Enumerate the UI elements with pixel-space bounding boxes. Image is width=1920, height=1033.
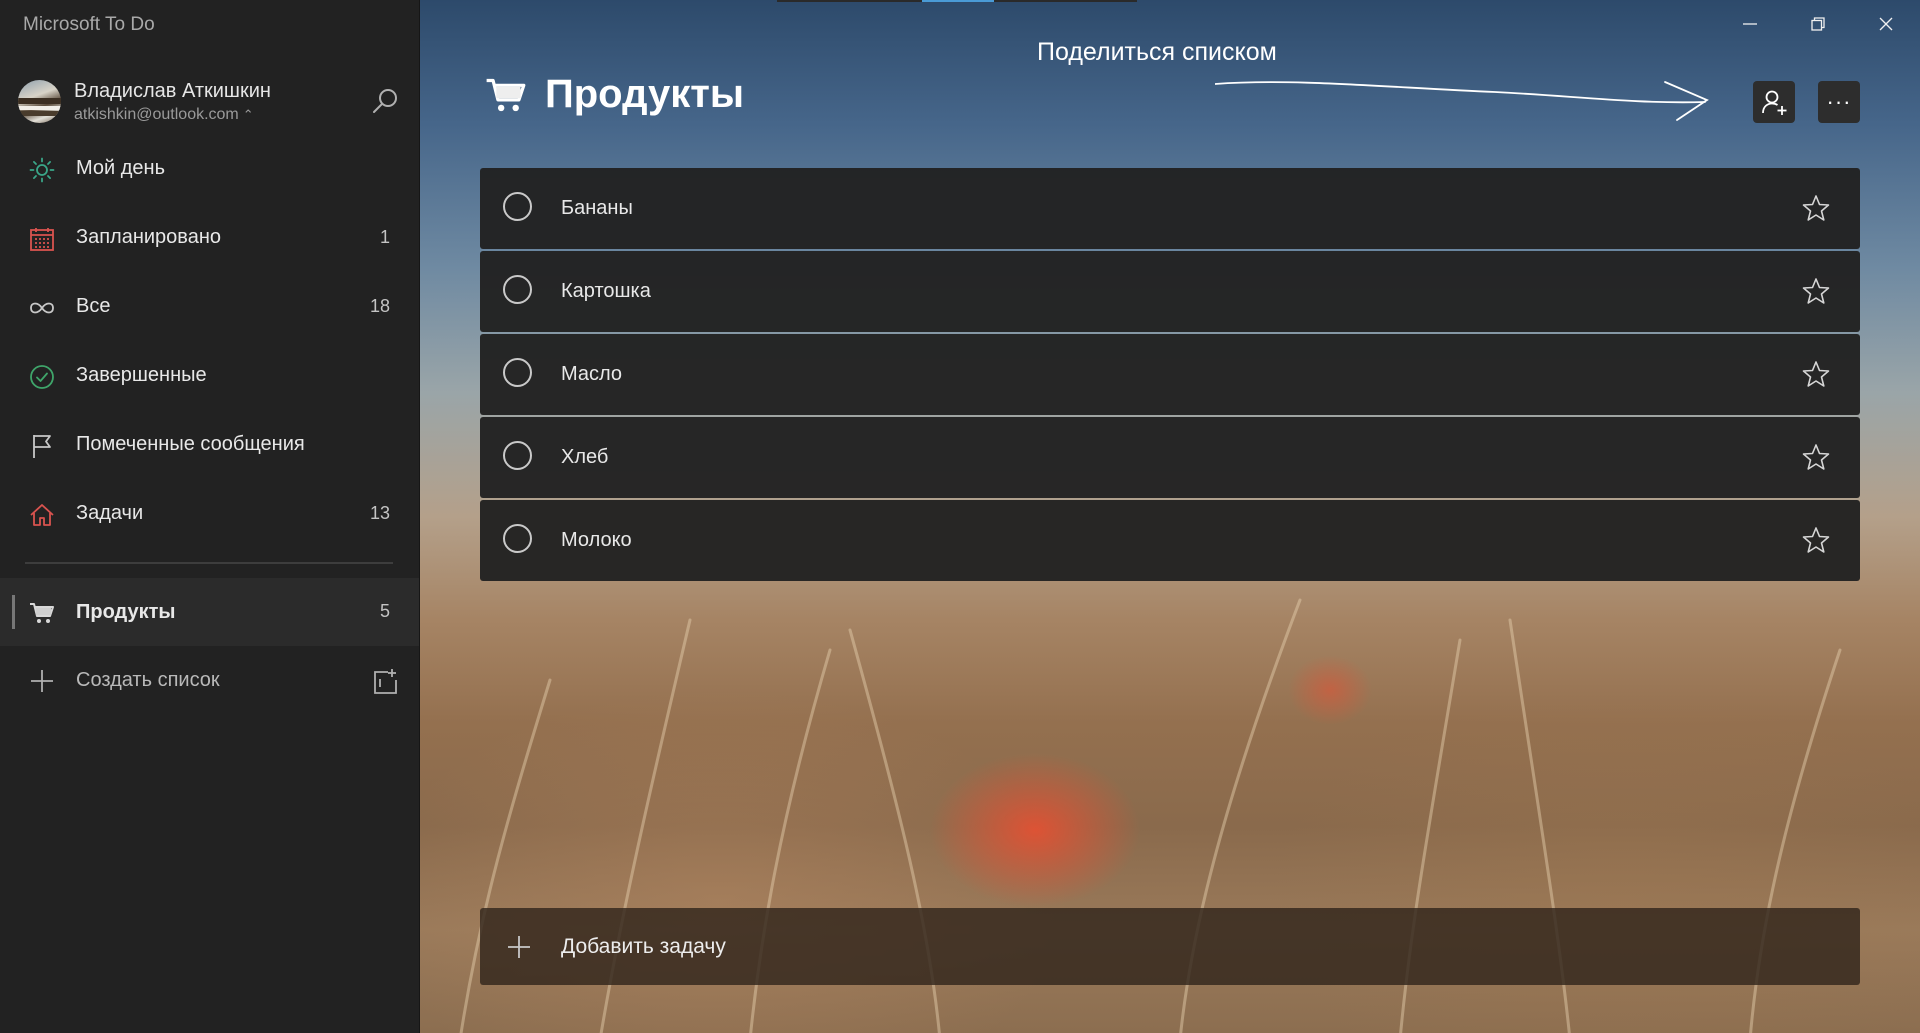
sidebar-item-label: Мой день	[76, 157, 165, 179]
window-controls	[1716, 0, 1920, 48]
sidebar-item-completed[interactable]: Завершенные	[0, 342, 419, 411]
task-title: Бананы	[561, 197, 633, 219]
flag-icon	[28, 433, 56, 459]
share-list-button[interactable]	[1753, 81, 1795, 123]
star-icon[interactable]	[1802, 526, 1830, 554]
sidebar-item-label: Завершенные	[76, 364, 207, 386]
sidebar-item-count: 13	[369, 503, 390, 523]
share-annotation: Поделиться списком	[1037, 38, 1277, 66]
task-item[interactable]: Масло	[480, 334, 1860, 415]
sidebar-item-planned[interactable]: Запланировано 1	[0, 204, 419, 273]
task-complete-checkbox[interactable]	[503, 524, 532, 553]
calendar-icon	[28, 226, 56, 252]
list-title[interactable]: Продукты	[545, 72, 744, 117]
sidebar-item-label: Запланировано	[76, 226, 221, 248]
sidebar-item-all[interactable]: Все 18	[0, 273, 419, 342]
plus-icon	[508, 936, 530, 958]
more-options-icon: ···	[1826, 89, 1852, 114]
sidebar-item-tasks[interactable]: Задачи 13	[0, 480, 419, 549]
annotation-arrow-icon	[1215, 81, 1709, 121]
restore-icon	[1811, 17, 1825, 31]
task-title: Хлеб	[561, 446, 609, 468]
sidebar-item-label: Все	[76, 295, 111, 317]
more-options-button[interactable]: ···	[1818, 81, 1860, 123]
task-item[interactable]: Картошка	[480, 251, 1860, 332]
task-title: Картошка	[561, 280, 651, 302]
task-item[interactable]: Молоко	[480, 500, 1860, 581]
search-button[interactable]	[370, 86, 400, 116]
sidebar-list-count: 5	[379, 601, 390, 621]
new-group-icon	[374, 669, 397, 694]
minimize-button[interactable]	[1716, 0, 1784, 48]
infinity-icon	[28, 295, 56, 321]
add-task-label: Добавить задачу	[561, 935, 726, 958]
sidebar: Microsoft To Do Владислав Аткишкин atkis…	[0, 0, 420, 1033]
sun-icon	[28, 157, 56, 183]
star-icon[interactable]	[1802, 277, 1830, 305]
restore-button[interactable]	[1784, 0, 1852, 48]
task-title: Молоко	[561, 529, 632, 551]
task-item[interactable]: Бананы	[480, 168, 1860, 249]
home-icon	[28, 502, 56, 528]
title-bar-strip	[777, 0, 1137, 2]
star-icon[interactable]	[1802, 360, 1830, 388]
sidebar-list-label: Продукты	[76, 601, 176, 623]
add-task-input[interactable]: Добавить задачу	[480, 908, 1860, 985]
account-switch-chevron-icon: ⌃	[242, 107, 254, 122]
close-icon	[1879, 17, 1893, 31]
task-complete-checkbox[interactable]	[503, 192, 532, 221]
new-group-button[interactable]	[370, 667, 400, 697]
add-person-icon	[1762, 90, 1787, 115]
close-button[interactable]	[1852, 0, 1920, 48]
cart-icon	[486, 78, 526, 111]
create-list-label: Создать список	[76, 669, 220, 691]
sidebar-item-count: 18	[369, 296, 390, 316]
task-title: Масло	[561, 363, 623, 385]
task-complete-checkbox[interactable]	[503, 358, 532, 387]
task-complete-checkbox[interactable]	[503, 441, 532, 470]
sidebar-item-count: 1	[379, 227, 390, 247]
sidebar-item-my-day[interactable]: Мой день	[0, 135, 419, 204]
task-item[interactable]: Хлеб	[480, 417, 1860, 498]
star-icon[interactable]	[1802, 443, 1830, 471]
title-bar-accent	[922, 0, 994, 2]
account-profile[interactable]: Владислав Аткишкин atkishkin@outlook.com…	[18, 74, 403, 130]
search-icon	[373, 89, 397, 113]
create-list-button[interactable]: Создать список	[0, 648, 419, 714]
minimize-icon	[1743, 23, 1757, 25]
sidebar-item-label: Помеченные сообщения	[76, 433, 305, 455]
sidebar-item-flagged-email[interactable]: Помеченные сообщения	[0, 411, 419, 480]
profile-email-text: atkishkin@outlook.com	[74, 106, 239, 123]
profile-email: atkishkin@outlook.com ⌃	[74, 106, 254, 124]
todo-app: Microsoft To Do Владислав Аткишкин atkis…	[0, 0, 1920, 1033]
check-circle-icon	[28, 364, 56, 390]
task-complete-checkbox[interactable]	[503, 275, 532, 304]
star-icon[interactable]	[1802, 194, 1830, 222]
selection-indicator	[12, 595, 15, 629]
sidebar-divider	[25, 562, 393, 564]
main-panel: Продукты Поделиться списком ··· Бананы К…	[420, 0, 1920, 1033]
profile-name: Владислав Аткишкин	[74, 80, 271, 102]
task-list: Бананы Картошка Масло Хлеб Молоко	[480, 168, 1860, 583]
sidebar-item-label: Задачи	[76, 502, 144, 524]
plus-icon	[28, 668, 56, 694]
smart-lists-nav: Мой день Запланировано 1 Все 18 Завершен…	[0, 135, 419, 549]
list-header: Продукты	[485, 72, 744, 117]
sidebar-list-products[interactable]: Продукты 5	[0, 578, 419, 646]
cart-icon	[28, 600, 56, 626]
app-title: Microsoft To Do	[23, 14, 155, 35]
avatar	[18, 80, 61, 123]
